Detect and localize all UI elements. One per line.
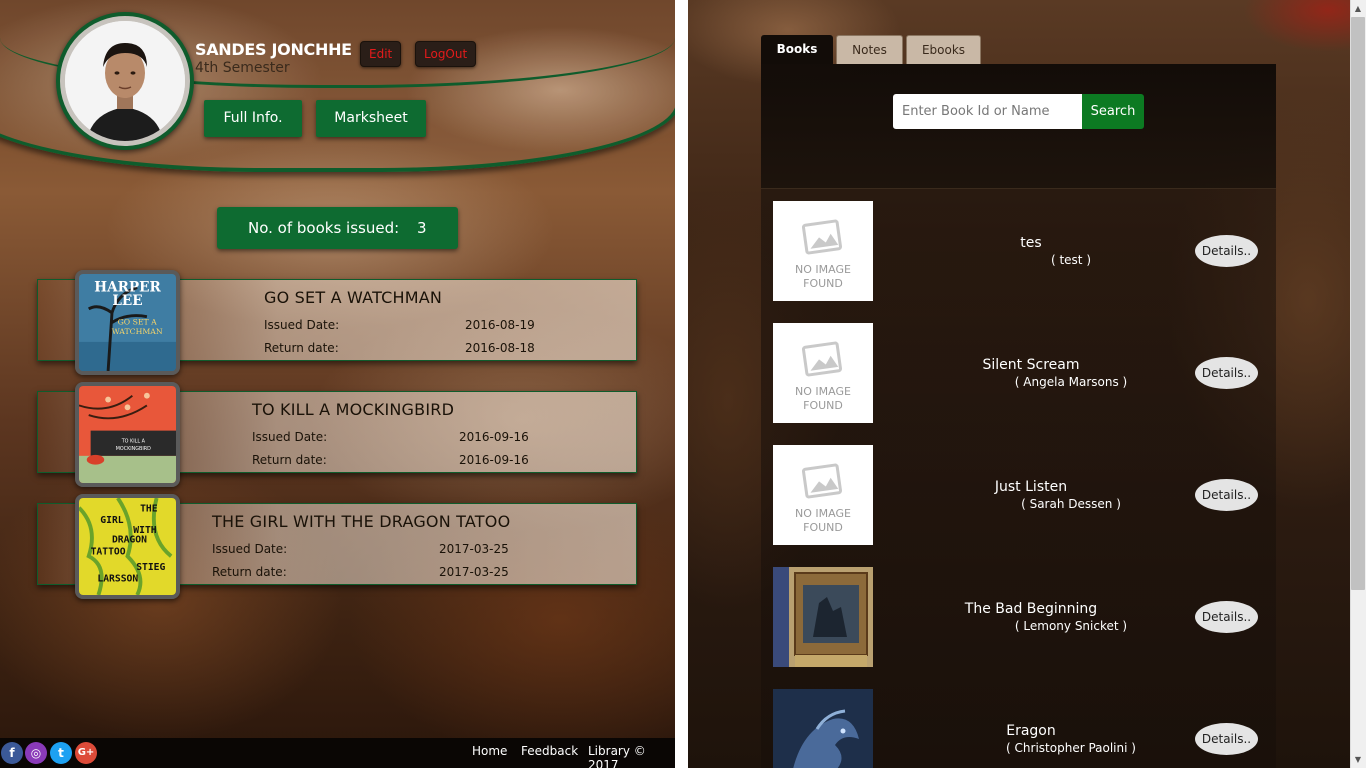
details-button[interactable]: Details.. — [1195, 357, 1258, 389]
book-cover-image — [773, 567, 873, 667]
list-item: Eragon ( Christopher Paolini ) Details.. — [773, 689, 1263, 768]
avatar — [56, 12, 194, 150]
book-cover-image: TO KILL A MOCKINGBIRD — [75, 382, 180, 487]
library-pane: Books Notes Ebooks Search NO IMAGE FOUND… — [688, 0, 1350, 768]
svg-text:THE: THE — [140, 504, 158, 515]
pane-divider — [675, 0, 688, 768]
books-issued-badge: No. of books issued: 3 — [217, 207, 458, 249]
book-title: Just Listen — [994, 479, 1068, 495]
svg-text:STIEG: STIEG — [136, 562, 165, 573]
svg-text:TATTOO: TATTOO — [91, 546, 126, 557]
svg-text:TO KILL A: TO KILL A — [121, 438, 146, 444]
scroll-up-arrow-icon[interactable]: ▲ — [1350, 0, 1366, 17]
issued-date-label: Issued Date: — [264, 318, 340, 332]
list-item: The Bad Beginning ( Lemony Snicket ) Det… — [773, 567, 1263, 667]
book-cover-image: HARPER LEE GO SET A WATCHMAN — [75, 270, 180, 375]
svg-text:LARSSON: LARSSON — [97, 573, 138, 584]
footer-link-home[interactable]: Home — [472, 744, 507, 758]
tab-notes[interactable]: Notes — [836, 35, 903, 64]
details-button[interactable]: Details.. — [1195, 479, 1258, 511]
book-title: Silent Scream — [982, 357, 1080, 373]
list-item: NO IMAGE FOUND Silent Scream ( Angela Ma… — [773, 323, 1263, 423]
issued-book-title: GO SET A WATCHMAN — [264, 288, 443, 307]
issued-date-value: 2016-08-19 — [465, 318, 535, 332]
svg-text:GO SET A: GO SET A — [118, 317, 158, 326]
scroll-down-arrow-icon[interactable]: ▼ — [1350, 751, 1366, 768]
issued-date-label: Issued Date: — [212, 542, 288, 556]
books-issued-count: 3 — [417, 219, 427, 237]
twitter-icon[interactable]: t — [50, 742, 72, 764]
instagram-icon[interactable]: ◎ — [25, 742, 47, 764]
no-image-icon: NO IMAGE FOUND — [773, 201, 873, 301]
return-date-value: 2016-08-18 — [465, 341, 535, 355]
search-input[interactable] — [893, 94, 1082, 129]
user-semester: 4th Semester — [195, 60, 290, 76]
search-panel: Search — [761, 64, 1276, 188]
details-button[interactable]: Details.. — [1195, 723, 1258, 755]
svg-text:NO IMAGE: NO IMAGE — [795, 507, 851, 520]
profile-pane: SANDES JONCHHE 4th Semester Edit LogOut … — [0, 0, 675, 768]
book-author: ( Sarah Dessen ) — [1021, 497, 1121, 511]
book-list: NO IMAGE FOUND tes ( test ) Details.. NO… — [761, 188, 1276, 768]
user-photo — [65, 21, 185, 141]
return-date-value: 2016-09-16 — [459, 453, 529, 467]
facebook-icon[interactable]: f — [1, 742, 23, 764]
return-date-label: Return date: — [252, 453, 327, 467]
svg-text:FOUND: FOUND — [803, 399, 843, 412]
list-item: NO IMAGE FOUND tes ( test ) Details.. — [773, 201, 1263, 301]
return-date-label: Return date: — [264, 341, 339, 355]
svg-text:LEE: LEE — [112, 293, 142, 309]
issued-date-value: 2017-03-25 — [439, 542, 509, 556]
book-author: ( test ) — [1050, 253, 1092, 267]
issued-book-title: THE GIRL WITH THE DRAGON TATOO — [212, 512, 511, 531]
book-title: tes — [1020, 235, 1042, 251]
issued-date-label: Issued Date: — [252, 430, 328, 444]
marksheet-button[interactable]: Marksheet — [316, 100, 426, 137]
details-button[interactable]: Details.. — [1195, 601, 1258, 633]
list-item: NO IMAGE FOUND Just Listen ( Sarah Desse… — [773, 445, 1263, 545]
book-title: Eragon — [1006, 723, 1056, 739]
svg-text:FOUND: FOUND — [803, 277, 843, 290]
svg-text:FOUND: FOUND — [803, 521, 843, 534]
no-image-icon: NO IMAGE FOUND — [773, 445, 873, 545]
details-button[interactable]: Details.. — [1195, 235, 1258, 267]
book-author: ( Lemony Snicket ) — [1014, 619, 1128, 633]
edit-button[interactable]: Edit — [360, 41, 402, 67]
book-title: The Bad Beginning — [964, 601, 1098, 617]
book-cover-image — [773, 689, 873, 768]
scrollbar-thumb[interactable] — [1351, 17, 1365, 590]
footer-link-feedback[interactable]: Feedback — [521, 744, 578, 758]
issued-date-value: 2016-09-16 — [459, 430, 529, 444]
svg-text:MOCKINGBIRD: MOCKINGBIRD — [116, 446, 151, 452]
svg-text:WATCHMAN: WATCHMAN — [112, 327, 163, 336]
book-cover-image: THE GIRL WITH DRAGON TATTOO STIEG LARSSO… — [75, 494, 180, 599]
issued-book-title: TO KILL A MOCKINGBIRD — [252, 400, 455, 419]
svg-text:DRAGON: DRAGON — [112, 535, 147, 546]
footer-copyright: Library © 2017 — [588, 744, 646, 768]
google-plus-icon[interactable]: G+ — [75, 742, 97, 764]
return-date-label: Return date: — [212, 565, 287, 579]
svg-text:NO IMAGE: NO IMAGE — [795, 263, 851, 276]
tab-ebooks[interactable]: Ebooks — [906, 35, 981, 64]
svg-text:NO IMAGE: NO IMAGE — [795, 385, 851, 398]
book-author: ( Christopher Paolini ) — [1006, 741, 1136, 755]
book-author: ( Angela Marsons ) — [1014, 375, 1128, 389]
user-name: SANDES JONCHHE — [195, 40, 352, 59]
return-date-value: 2017-03-25 — [439, 565, 509, 579]
no-image-icon: NO IMAGE FOUND — [773, 323, 873, 423]
books-issued-label: No. of books issued: — [248, 219, 400, 237]
search-button[interactable]: Search — [1082, 94, 1144, 129]
tab-books[interactable]: Books — [761, 35, 833, 64]
logout-button[interactable]: LogOut — [415, 41, 477, 67]
full-info-button[interactable]: Full Info. — [204, 100, 302, 137]
svg-text:GIRL: GIRL — [100, 515, 123, 526]
